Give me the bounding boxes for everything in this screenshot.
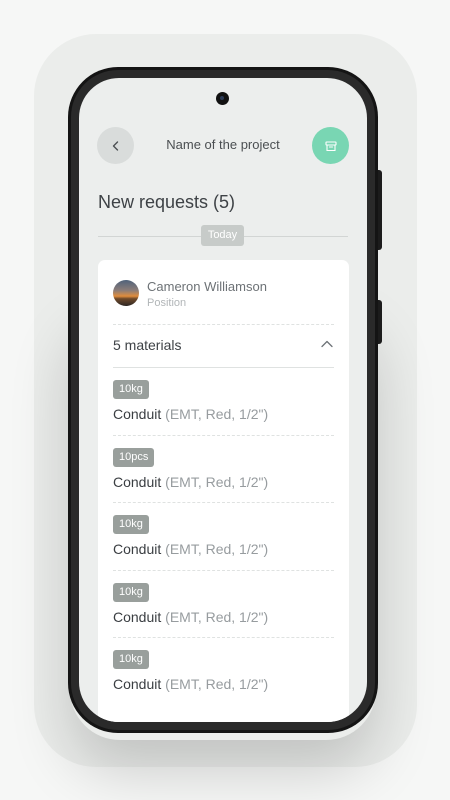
- material-name: Conduit: [113, 609, 162, 625]
- section-title: New requests (5): [98, 192, 236, 212]
- materials-count-label: 5 materials: [113, 337, 182, 353]
- back-button[interactable]: [97, 127, 134, 164]
- requester-position: Position: [147, 297, 187, 309]
- divider: [113, 324, 334, 325]
- material-name: Conduit: [113, 474, 162, 490]
- quantity-badge: 10kg: [113, 650, 149, 669]
- divider: [113, 570, 334, 571]
- archive-box-icon: [324, 140, 337, 151]
- material-line: Conduit (EMT, Red, 1/2"): [113, 541, 268, 557]
- quantity-badge: 10pcs: [113, 448, 155, 467]
- material-name: Conduit: [113, 676, 162, 692]
- phone-frame: Name of the project New requests (5) Tod…: [68, 67, 378, 733]
- material-line: Conduit (EMT, Red, 1/2"): [113, 474, 268, 490]
- divider: [113, 502, 334, 503]
- material-line: Conduit (EMT, Red, 1/2"): [113, 676, 268, 692]
- divider: [113, 367, 334, 368]
- material-item[interactable]: 10kg Conduit (EMT, Red, 1/2"): [113, 380, 334, 440]
- material-spec: (EMT, Red, 1/2"): [165, 474, 269, 490]
- request-card[interactable]: Cameron Williamson Position 5 materials …: [98, 260, 349, 722]
- chevron-up-icon[interactable]: [320, 337, 334, 351]
- material-item[interactable]: 10pcs Conduit (EMT, Red, 1/2"): [113, 448, 334, 508]
- divider: [113, 435, 334, 436]
- material-item[interactable]: 10kg Conduit (EMT, Red, 1/2"): [113, 583, 334, 643]
- material-spec: (EMT, Red, 1/2"): [165, 676, 269, 692]
- material-spec: (EMT, Red, 1/2"): [165, 609, 269, 625]
- chevron-left-icon: [112, 140, 118, 151]
- front-camera: [216, 92, 229, 105]
- page-title: Name of the project: [166, 137, 280, 152]
- material-item[interactable]: 10kg Conduit (EMT, Red, 1/2"): [113, 650, 334, 710]
- date-chip: Today: [201, 225, 244, 246]
- material-name: Conduit: [113, 541, 162, 557]
- avatar: [113, 280, 139, 306]
- material-name: Conduit: [113, 406, 162, 422]
- material-spec: (EMT, Red, 1/2"): [165, 406, 269, 422]
- phone-screen: Name of the project New requests (5) Tod…: [79, 78, 367, 722]
- material-line: Conduit (EMT, Red, 1/2"): [113, 609, 268, 625]
- material-spec: (EMT, Red, 1/2"): [165, 541, 269, 557]
- archive-button[interactable]: [312, 127, 349, 164]
- divider: [113, 637, 334, 638]
- materials-toggle[interactable]: 5 materials: [113, 335, 334, 355]
- quantity-badge: 10kg: [113, 380, 149, 399]
- material-line: Conduit (EMT, Red, 1/2"): [113, 406, 268, 422]
- quantity-badge: 10kg: [113, 515, 149, 534]
- quantity-badge: 10kg: [113, 583, 149, 602]
- material-item[interactable]: 10kg Conduit (EMT, Red, 1/2"): [113, 515, 334, 575]
- requester-name: Cameron Williamson: [147, 279, 267, 294]
